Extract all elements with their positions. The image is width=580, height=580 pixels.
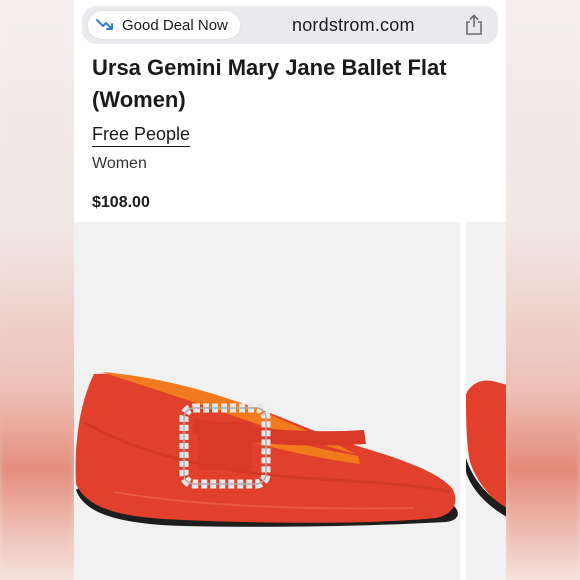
product-title: Ursa Gemini Mary Jane Ballet Flat (Women… xyxy=(92,55,447,112)
browser-address-bar[interactable]: Good Deal Now nordstrom.com xyxy=(82,6,498,44)
good-deal-badge[interactable]: Good Deal Now xyxy=(88,11,240,39)
share-icon[interactable] xyxy=(464,14,484,36)
product-price: $108.00 xyxy=(92,194,150,211)
shoe-photo xyxy=(75,372,458,527)
product-image-carousel[interactable] xyxy=(74,222,506,580)
product-category: Women xyxy=(92,155,147,172)
brand-link[interactable]: Free People xyxy=(92,124,191,147)
product-image[interactable] xyxy=(74,222,460,580)
shoe-photo-partial xyxy=(466,380,506,517)
next-product-image[interactable] xyxy=(466,222,506,580)
url-domain[interactable]: nordstrom.com xyxy=(292,15,415,36)
trend-down-icon xyxy=(96,19,113,30)
blurred-backdrop-right xyxy=(506,0,580,580)
blurred-backdrop-left xyxy=(0,0,74,580)
phone-screenshot: Good Deal Now nordstrom.com Ursa Gemini … xyxy=(74,0,506,580)
good-deal-label: Good Deal Now xyxy=(122,17,228,34)
